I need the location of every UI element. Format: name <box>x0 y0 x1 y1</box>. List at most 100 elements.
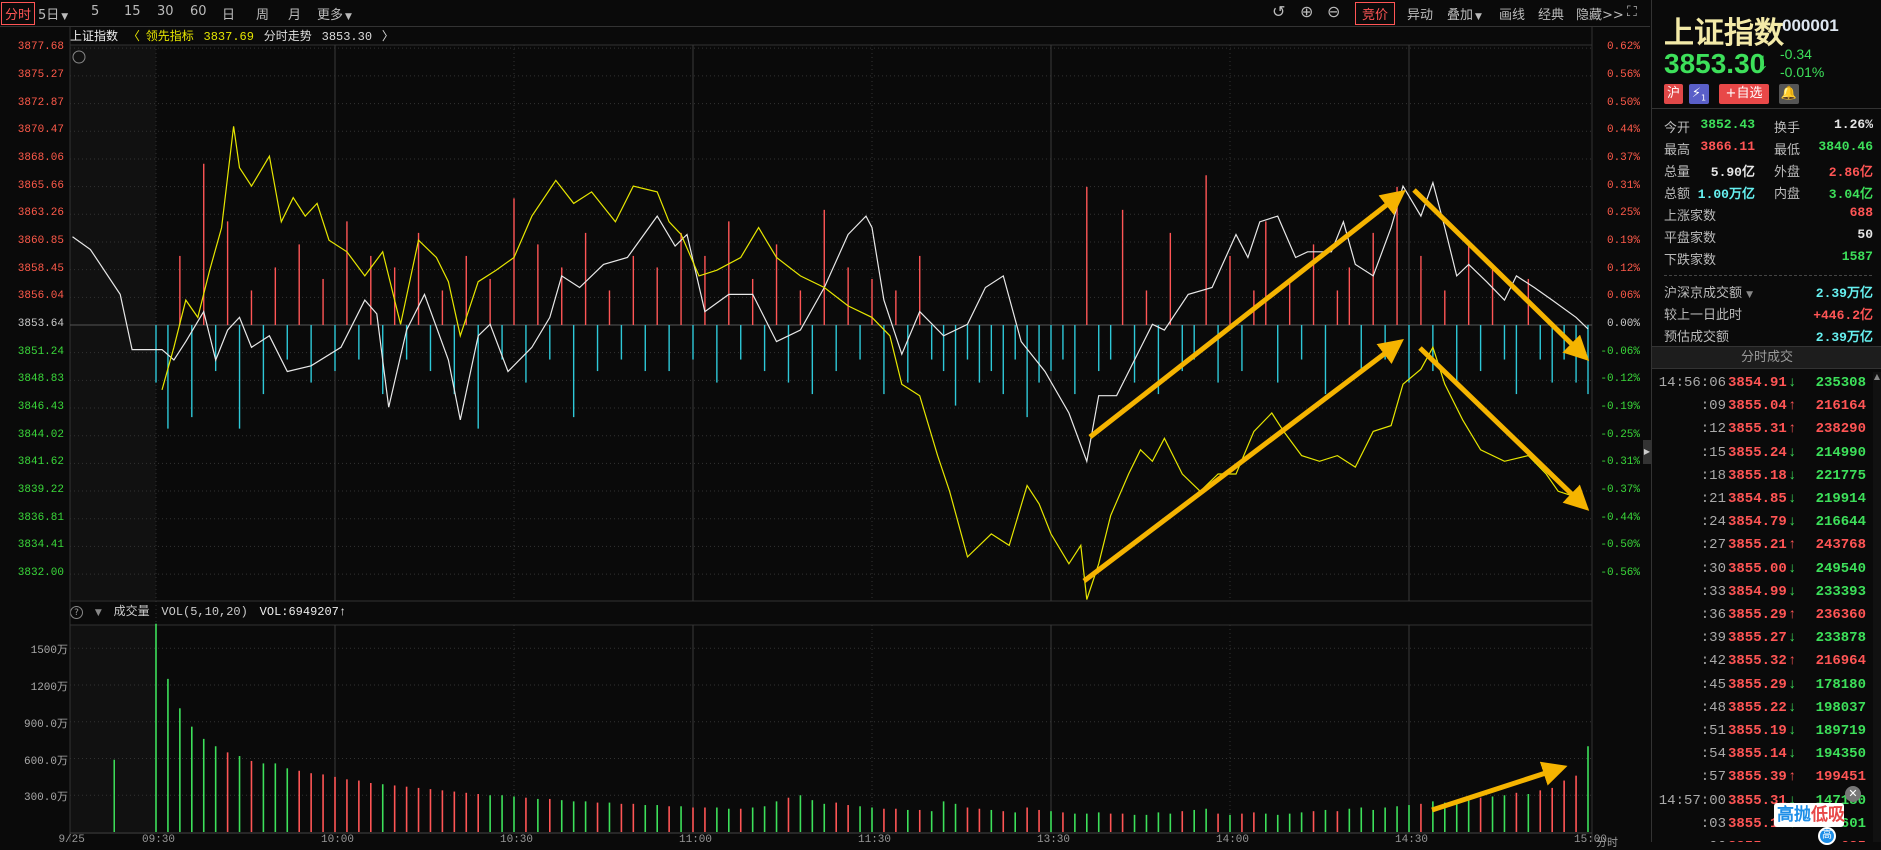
trade-volume: 198037 <box>1815 699 1866 716</box>
stat-label: 总量 <box>1664 165 1691 180</box>
trade-volume: 236360 <box>1815 607 1866 623</box>
stat-label: 换手 <box>1774 121 1801 136</box>
time-tick: 10:00 <box>321 834 355 846</box>
trade-price: 3855.19 <box>1728 723 1787 739</box>
breadth-label: 上涨家数 <box>1664 209 1717 224</box>
quote-panel: 上证指数 000001 3853.30 ↓ -0.34 -0.01% 沪 ⚡1 … <box>1651 0 1881 845</box>
down-arrow-icon: ↓ <box>1788 746 1797 763</box>
turnover-label-text: 沪深京成交额 <box>1664 286 1743 301</box>
trade-row: 14:56:06 3854.91 ↓ 235308 <box>1652 375 1874 398</box>
stat-value: 3852.43 <box>1700 117 1755 132</box>
scroll-up-icon[interactable]: ▲ <box>1873 372 1881 381</box>
percent-tick: 0.12% <box>1606 262 1640 275</box>
turnover-row[interactable]: 沪深京成交额 ▼ 2.39万亿 <box>1664 282 1873 304</box>
quote-code: 000001 <box>1782 16 1839 35</box>
time-tick: 14:00 <box>1216 834 1250 846</box>
trade-price: 3854.91 <box>1728 375 1787 391</box>
turnover-label: 预估成交额 <box>1664 326 1729 345</box>
trade-time: :51 <box>1700 723 1726 739</box>
turnover-value: 2.39万亿 <box>1815 286 1873 301</box>
trade-row: :42 3855.32 ↑ 216964 <box>1652 653 1874 676</box>
price-tick: 3872.87 <box>17 96 64 109</box>
trade-volume: 194350 <box>1815 746 1866 763</box>
turnover-label: 沪深京成交额 ▼ <box>1664 282 1753 301</box>
percent-tick: 0.50% <box>1606 96 1640 109</box>
quote-change-pct: -0.01% <box>1780 64 1825 80</box>
price-tick: 3836.81 <box>17 511 64 524</box>
ad-text-red: 低吸 <box>1811 805 1845 825</box>
down-arrow-icon: ↓ <box>1788 514 1797 531</box>
breadth-value: 1587 <box>1841 249 1873 264</box>
price-tick: 3848.83 <box>17 373 64 386</box>
trade-time: :54 <box>1700 746 1726 763</box>
stat-label: 总额 <box>1664 187 1691 202</box>
percent-tick: -0.06% <box>1600 345 1640 358</box>
trade-time: :57 <box>1700 769 1726 786</box>
down-arrow-icon: ↓ <box>1788 723 1797 739</box>
divider <box>1664 275 1872 276</box>
down-arrow-icon: ↓ <box>1788 699 1797 716</box>
trade-volume: 216164 <box>1815 398 1866 415</box>
price-tick: 3832.00 <box>17 567 64 580</box>
add-watchlist-button[interactable]: +自选 <box>1719 84 1769 104</box>
up-arrow-icon: ↑ <box>1788 421 1797 438</box>
ad-widget[interactable]: 高抛低吸 <box>1774 803 1845 827</box>
chevron-down-icon[interactable]: ▼ <box>1746 290 1753 300</box>
trade-row: :24 3854.79 ↓ 216644 <box>1652 514 1874 537</box>
turnover-label-text: 预估成交额 <box>1664 330 1730 345</box>
lightning-icon[interactable]: ⚡1 <box>1689 84 1709 104</box>
trade-time: :12 <box>1700 421 1726 438</box>
trade-volume: 216644 <box>1815 514 1866 531</box>
trade-volume: 238290 <box>1815 421 1866 438</box>
trade-price: 3855.00 <box>1728 560 1787 577</box>
down-arrow-icon: ↓ <box>1757 48 1769 75</box>
stat-row: 总量 5.90亿 外盘 2.86亿 <box>1664 161 1873 183</box>
trade-row: :15 3855.24 ↓ 214990 <box>1652 445 1874 468</box>
intraday-chart[interactable] <box>0 0 1650 842</box>
trade-row: :36 3855.29 ↑ 236360 <box>1652 607 1874 630</box>
ad-badge: 高 <box>1818 827 1836 845</box>
time-tick: 14:30 <box>1395 834 1429 846</box>
volume-tick: 1200万 <box>30 682 68 694</box>
trade-time: :39 <box>1700 630 1726 647</box>
percent-tick: -0.25% <box>1600 428 1640 441</box>
down-arrow-icon: ↓ <box>1788 467 1797 484</box>
trade-price: 3854.85 <box>1728 491 1787 507</box>
trade-row: :21 3854.85 ↓ 219914 <box>1652 491 1874 514</box>
stat-row: 总额 1.00万亿 内盘 3.04亿 <box>1664 183 1873 205</box>
price-tick: 3870.47 <box>17 124 64 137</box>
price-tick: 3841.62 <box>17 456 64 469</box>
up-arrow-icon: ↑ <box>1788 607 1797 623</box>
bell-icon[interactable]: 🔔 <box>1779 84 1799 104</box>
quote-name: 上证指数 <box>1664 16 1784 51</box>
close-icon[interactable]: ✕ <box>1845 786 1861 802</box>
price-tick: 3860.85 <box>17 234 64 247</box>
volume-tick: 300.0万 <box>23 792 68 805</box>
stat-value: 3.04亿 <box>1828 187 1873 202</box>
stat-value: 1.26% <box>1833 117 1873 132</box>
time-tick: 11:00 <box>679 834 713 846</box>
quote-change: -0.34 <box>1780 46 1812 62</box>
annotation-arrow <box>1088 189 1406 439</box>
price-tick: 3865.66 <box>17 179 64 192</box>
trade-time: :18 <box>1700 467 1726 484</box>
trade-price: 3855.22 <box>1728 699 1787 716</box>
trade-time: 14:56:06 <box>1658 375 1726 391</box>
percent-tick: 0.37% <box>1606 151 1640 164</box>
time-tick: 09:30 <box>142 834 176 846</box>
trade-price: 3855.32 <box>1728 653 1787 670</box>
price-tick: 3868.06 <box>17 151 64 164</box>
percent-tick: 0.56% <box>1606 68 1640 81</box>
panel-toggle-handle[interactable]: ▶ <box>1643 440 1651 464</box>
trade-price: 3855.39 <box>1728 769 1787 786</box>
time-tick: 11:30 <box>858 834 892 846</box>
divider <box>1652 108 1881 109</box>
price-tick: 3846.43 <box>17 401 64 414</box>
breadth-label: 平盘家数 <box>1664 231 1717 246</box>
quote-price: 3853.30 <box>1664 48 1766 79</box>
price-tick: 3877.68 <box>17 41 64 54</box>
trades-list: 14:56:06 3854.91 ↓ 235308:09 3855.04 ↑ 2… <box>1652 372 1874 842</box>
trade-price: 3855.18 <box>1728 467 1787 484</box>
trades-scrollbar[interactable]: ▲ <box>1873 372 1881 842</box>
percent-tick: 0.25% <box>1606 207 1640 220</box>
